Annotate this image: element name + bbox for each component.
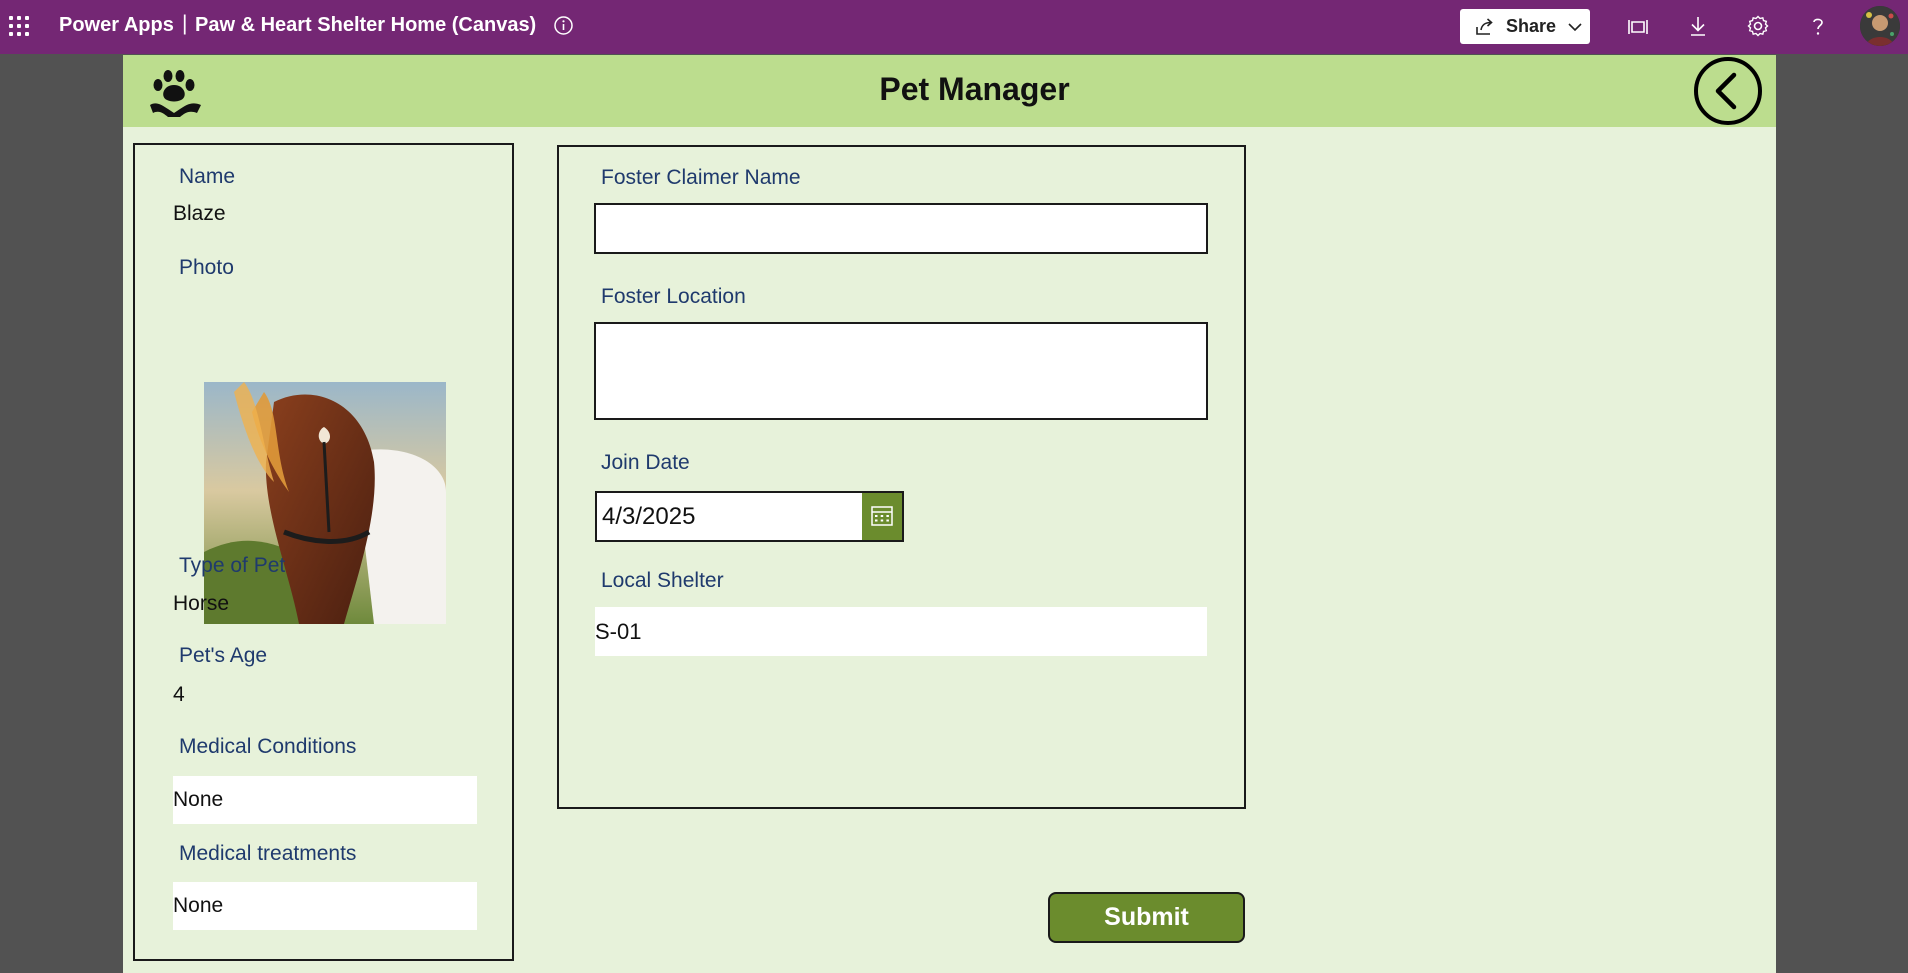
title-separator: | bbox=[182, 12, 188, 35]
download-icon[interactable] bbox=[1685, 13, 1711, 39]
pet-name: Blaze bbox=[173, 202, 226, 225]
chevron-down-icon bbox=[1568, 23, 1582, 32]
calendar-button[interactable] bbox=[862, 493, 902, 540]
foster-name-input[interactable] bbox=[594, 203, 1208, 254]
avatar[interactable] bbox=[1860, 6, 1900, 46]
pet-photo bbox=[204, 382, 446, 624]
back-button[interactable] bbox=[1694, 57, 1762, 125]
foster-location-label: Foster Location bbox=[601, 285, 746, 308]
page-title: Pet Manager bbox=[879, 71, 1070, 107]
share-label: Share bbox=[1506, 16, 1557, 36]
foster-name-label: Foster Claimer Name bbox=[601, 166, 801, 189]
app-title: Paw & Heart Shelter Home (Canvas) bbox=[195, 14, 537, 36]
chevron-left-icon bbox=[1715, 72, 1737, 110]
foster-form: Foster Claimer Name Foster Location Join… bbox=[557, 145, 1246, 809]
age-label: Pet's Age bbox=[179, 644, 268, 667]
settings-icon[interactable] bbox=[1745, 13, 1771, 39]
fit-to-screen-icon[interactable] bbox=[1625, 13, 1651, 39]
medical-treatments-value: None bbox=[173, 882, 477, 930]
local-shelter-label: Local Shelter bbox=[601, 569, 724, 592]
share-button[interactable]: Share bbox=[1460, 9, 1590, 44]
pet-details-panel: Name Blaze Photo Type of Pet Horse Pet's… bbox=[133, 143, 514, 961]
waffle-icon[interactable] bbox=[8, 15, 30, 37]
pet-age: 4 bbox=[173, 683, 185, 706]
calendar-icon bbox=[871, 506, 893, 526]
type-label: Type of Pet bbox=[179, 554, 286, 577]
foster-location-input[interactable] bbox=[594, 322, 1208, 420]
join-date-picker[interactable]: 4/3/2025 bbox=[595, 491, 904, 542]
medical-treatments-label: Medical treatments bbox=[179, 842, 357, 865]
medical-conditions-value: None bbox=[173, 776, 477, 824]
header-band: Pet Manager bbox=[123, 55, 1776, 127]
medical-conditions-label: Medical Conditions bbox=[179, 735, 357, 758]
share-icon bbox=[1476, 18, 1493, 35]
power-apps-header: Power Apps | Paw & Heart Shelter Home (C… bbox=[0, 0, 1908, 54]
join-date-label: Join Date bbox=[601, 451, 690, 474]
photo-label: Photo bbox=[179, 256, 234, 279]
horse-image bbox=[204, 382, 446, 624]
help-icon[interactable] bbox=[1805, 13, 1831, 39]
app-canvas: Pet Manager Name Blaze Photo Type of Pet… bbox=[123, 55, 1776, 973]
pet-type: Horse bbox=[173, 592, 230, 615]
join-date-value[interactable]: 4/3/2025 bbox=[602, 503, 695, 531]
avatar-image bbox=[1860, 6, 1900, 46]
name-label: Name bbox=[179, 165, 236, 188]
local-shelter-value[interactable]: S-01 bbox=[595, 607, 1207, 656]
brand-name[interactable]: Power Apps bbox=[59, 14, 174, 37]
info-icon[interactable] bbox=[553, 15, 574, 36]
submit-button[interactable]: Submit bbox=[1048, 892, 1245, 943]
